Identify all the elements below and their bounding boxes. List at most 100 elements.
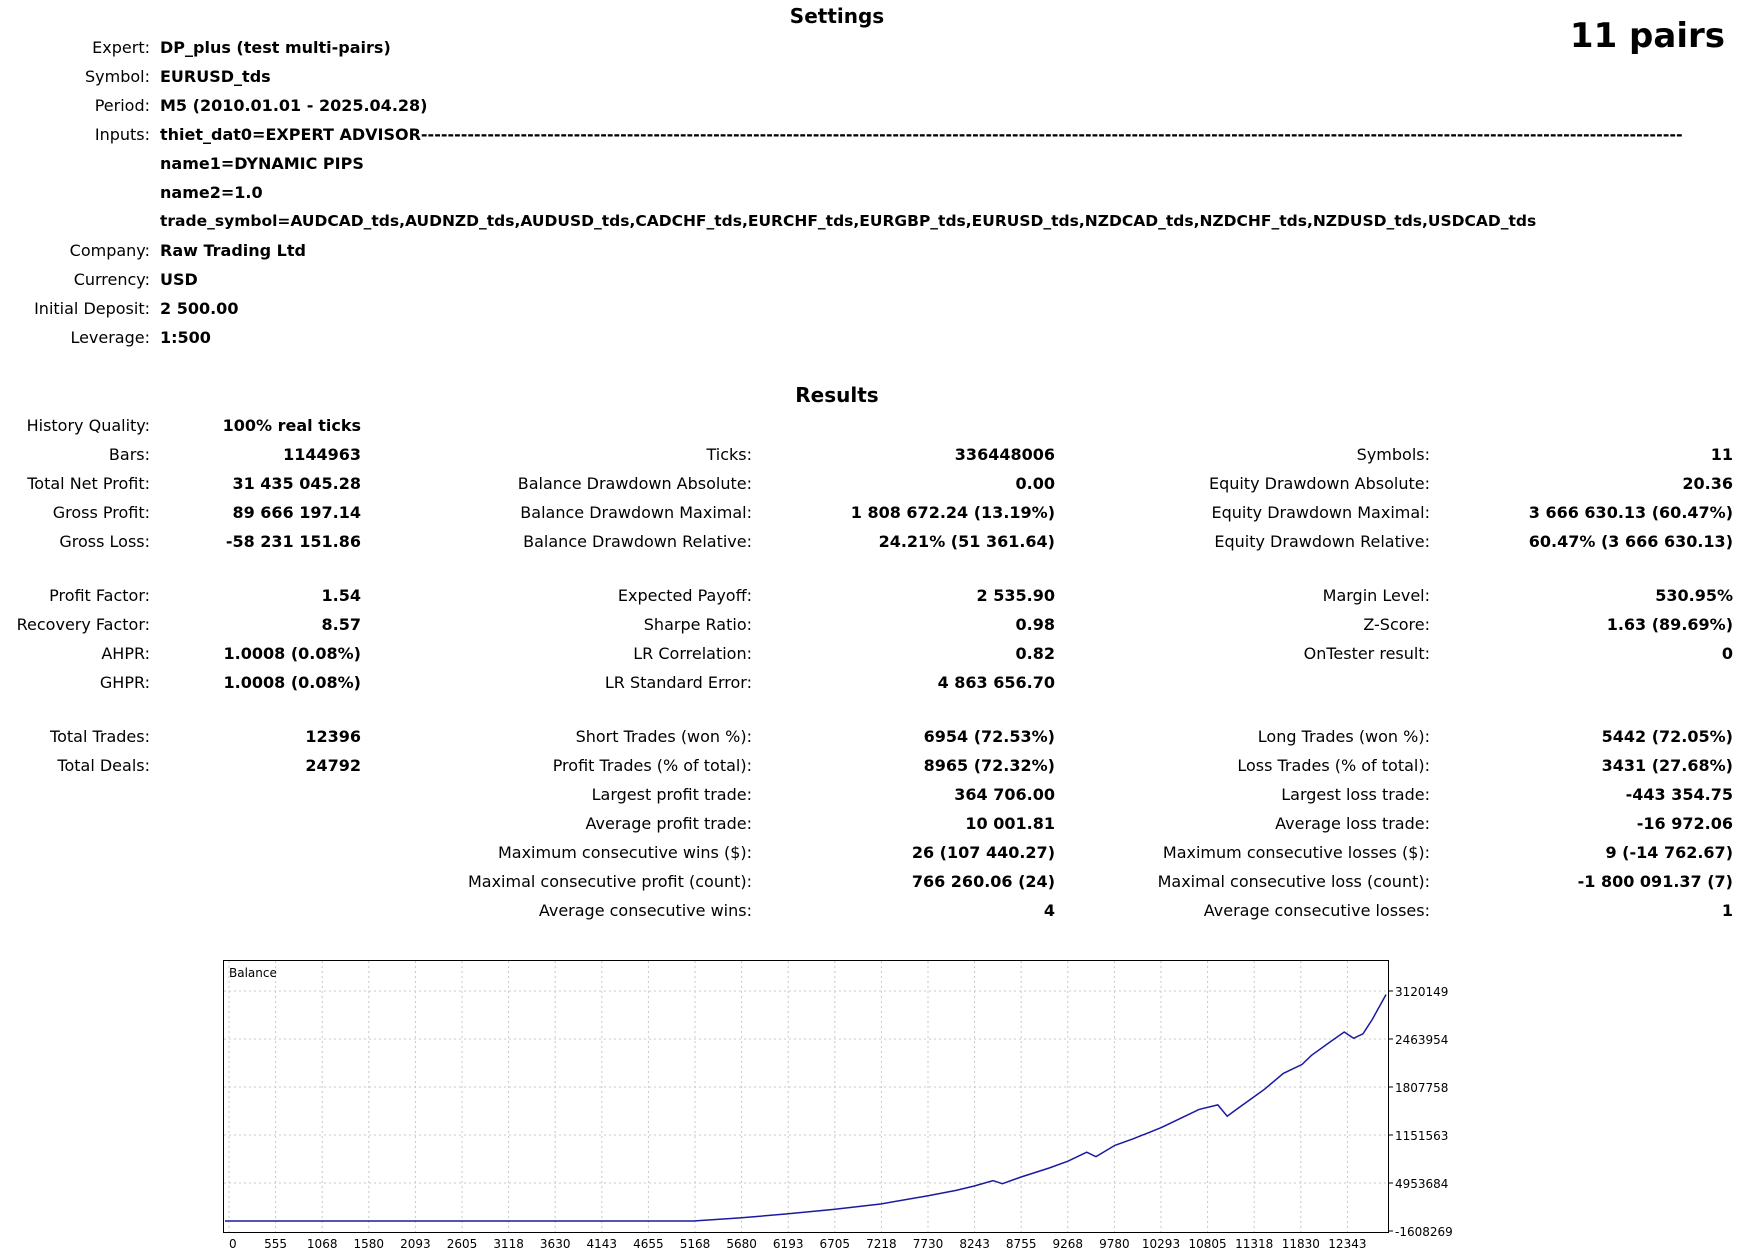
settings-value: M5 (2010.01.01 - 2025.04.28) [160, 96, 428, 115]
x-tick-label: 3118 [493, 1237, 524, 1250]
result-label: Largest profit trade: [591, 785, 752, 804]
result-value: -16 972.06 [1636, 814, 1733, 833]
result-label: Sharpe Ratio: [643, 615, 752, 634]
result-value: 1.63 (89.69%) [1606, 615, 1733, 634]
y-tick-label: 1807758 [1395, 1081, 1448, 1095]
result-value: 766 260.06 (24) [911, 872, 1055, 891]
result-value: 9 (-14 762.67) [1605, 843, 1733, 862]
result-value: 100% real ticks [222, 416, 361, 435]
plot-frame [223, 960, 1389, 1233]
x-tick-label: 9268 [1053, 1237, 1084, 1250]
settings-value: EURUSD_tds [160, 67, 271, 86]
settings-value: thiet_dat0=EXPERT ADVISOR---------------… [160, 125, 1683, 144]
result-label: Average profit trade: [585, 814, 752, 833]
result-label: Long Trades (won %): [1257, 727, 1430, 746]
x-tick-label: 4655 [633, 1237, 664, 1250]
x-tick-label: 5168 [680, 1237, 711, 1250]
result-value: 20.36 [1682, 474, 1733, 493]
result-label: Average consecutive wins: [538, 901, 752, 920]
result-label: Equity Drawdown Relative: [1214, 532, 1430, 551]
x-tick-label: 7730 [913, 1237, 944, 1250]
y-tick-label: 4953684 [1395, 1177, 1448, 1191]
result-value: -58 231 151.86 [225, 532, 361, 551]
result-value: 24.21% (51 361.64) [878, 532, 1055, 551]
y-tick-label: 1151563 [1395, 1129, 1448, 1143]
result-value: 60.47% (3 666 630.13) [1528, 532, 1733, 551]
result-value: 26 (107 440.27) [911, 843, 1055, 862]
result-label: Z-Score: [1363, 615, 1430, 634]
x-tick-label: 0 [229, 1237, 237, 1250]
result-label: Margin Level: [1322, 586, 1430, 605]
result-value: 3431 (27.68%) [1601, 756, 1733, 775]
x-tick-label: 2605 [447, 1237, 478, 1250]
result-value: 12396 [305, 727, 361, 746]
settings-value: trade_symbol=AUDCAD_tds,AUDNZD_tds,AUDUS… [160, 212, 1537, 230]
result-value: 1 808 672.24 (13.19%) [850, 503, 1055, 522]
result-value: 24792 [305, 756, 361, 775]
settings-label: Currency: [73, 270, 150, 289]
balance-chart: 0 555 1068 1580 2093 2605 3118 3630 4143 4655 5168… [223, 960, 1513, 1251]
result-label: Expected Payoff: [617, 586, 752, 605]
result-label: LR Standard Error: [604, 673, 752, 692]
x-tick-label: 7218 [866, 1237, 897, 1250]
x-tick-label: 1068 [307, 1237, 338, 1250]
result-value: 0.98 [1015, 615, 1055, 634]
x-tick-label: 1580 [354, 1237, 385, 1250]
result-value: 10 001.81 [965, 814, 1055, 833]
settings-value: 1:500 [160, 328, 211, 347]
x-tick-label: 11830 [1282, 1237, 1320, 1250]
result-label: Equity Drawdown Maximal: [1211, 503, 1430, 522]
settings-label: Period: [94, 96, 150, 115]
result-label: Average loss trade: [1275, 814, 1430, 833]
result-label: Symbols: [1356, 445, 1430, 464]
result-value: 1.0008 (0.08%) [223, 644, 361, 663]
result-label: Maximal consecutive loss (count): [1157, 872, 1430, 891]
settings-value: USD [160, 270, 198, 289]
x-tick-label: 11318 [1235, 1237, 1273, 1250]
result-value: 4 863 656.70 [937, 673, 1055, 692]
result-label: Short Trades (won %): [575, 727, 752, 746]
x-tick-label: 6193 [773, 1237, 804, 1250]
x-tick-label: 6705 [820, 1237, 851, 1250]
result-value: 8965 (72.32%) [923, 756, 1055, 775]
result-label: Gross Loss: [59, 532, 150, 551]
result-value: 11 [1710, 445, 1733, 464]
balance-chart-svg: 0 555 1068 1580 2093 2605 3118 3630 4143 4655 5168… [223, 960, 1453, 1251]
result-label: Maximal consecutive profit (count): [467, 872, 752, 891]
settings-label: Initial Deposit: [34, 299, 150, 318]
result-value: 364 706.00 [954, 785, 1055, 804]
result-label: Maximum consecutive losses ($): [1162, 843, 1430, 862]
x-tick-label: 4143 [587, 1237, 618, 1250]
x-tick-label: 9780 [1099, 1237, 1130, 1250]
settings-title: Settings [789, 4, 885, 28]
result-value: 336448006 [954, 445, 1055, 464]
x-tick-label: 8243 [959, 1237, 990, 1250]
settings-label: Company: [69, 241, 150, 260]
settings-label: Expert: [92, 38, 150, 57]
result-label: Balance Drawdown Absolute: [517, 474, 752, 493]
result-label: Balance Drawdown Relative: [523, 532, 752, 551]
settings-value: Raw Trading Ltd [160, 241, 306, 260]
result-label: Recovery Factor: [16, 615, 150, 634]
settings-label: Leverage: [70, 328, 150, 347]
result-label: OnTester result: [1303, 644, 1430, 663]
result-value: 1144963 [283, 445, 361, 464]
y-tick-label: 3120149 [1395, 985, 1448, 999]
result-value: 1.54 [321, 586, 361, 605]
pairs-badge: 11 pairs [1569, 16, 1725, 56]
result-label: Equity Drawdown Absolute: [1208, 474, 1430, 493]
result-label: Total Deals: [57, 756, 150, 775]
result-label: Average consecutive losses: [1203, 901, 1430, 920]
settings-label: Inputs: [94, 125, 150, 144]
result-value: 0.82 [1015, 644, 1055, 663]
result-value: 530.95% [1655, 586, 1733, 605]
result-value: 8.57 [321, 615, 361, 634]
result-value: 6954 (72.53%) [923, 727, 1055, 746]
x-tick-label: 12343 [1328, 1237, 1366, 1250]
result-value: 89 666 197.14 [232, 503, 361, 522]
result-value: 0 [1721, 644, 1733, 663]
result-label: Total Trades: [50, 727, 150, 746]
settings-value: 2 500.00 [160, 299, 239, 318]
result-value: 5442 (72.05%) [1601, 727, 1733, 746]
x-tick-label: 10293 [1142, 1237, 1180, 1250]
